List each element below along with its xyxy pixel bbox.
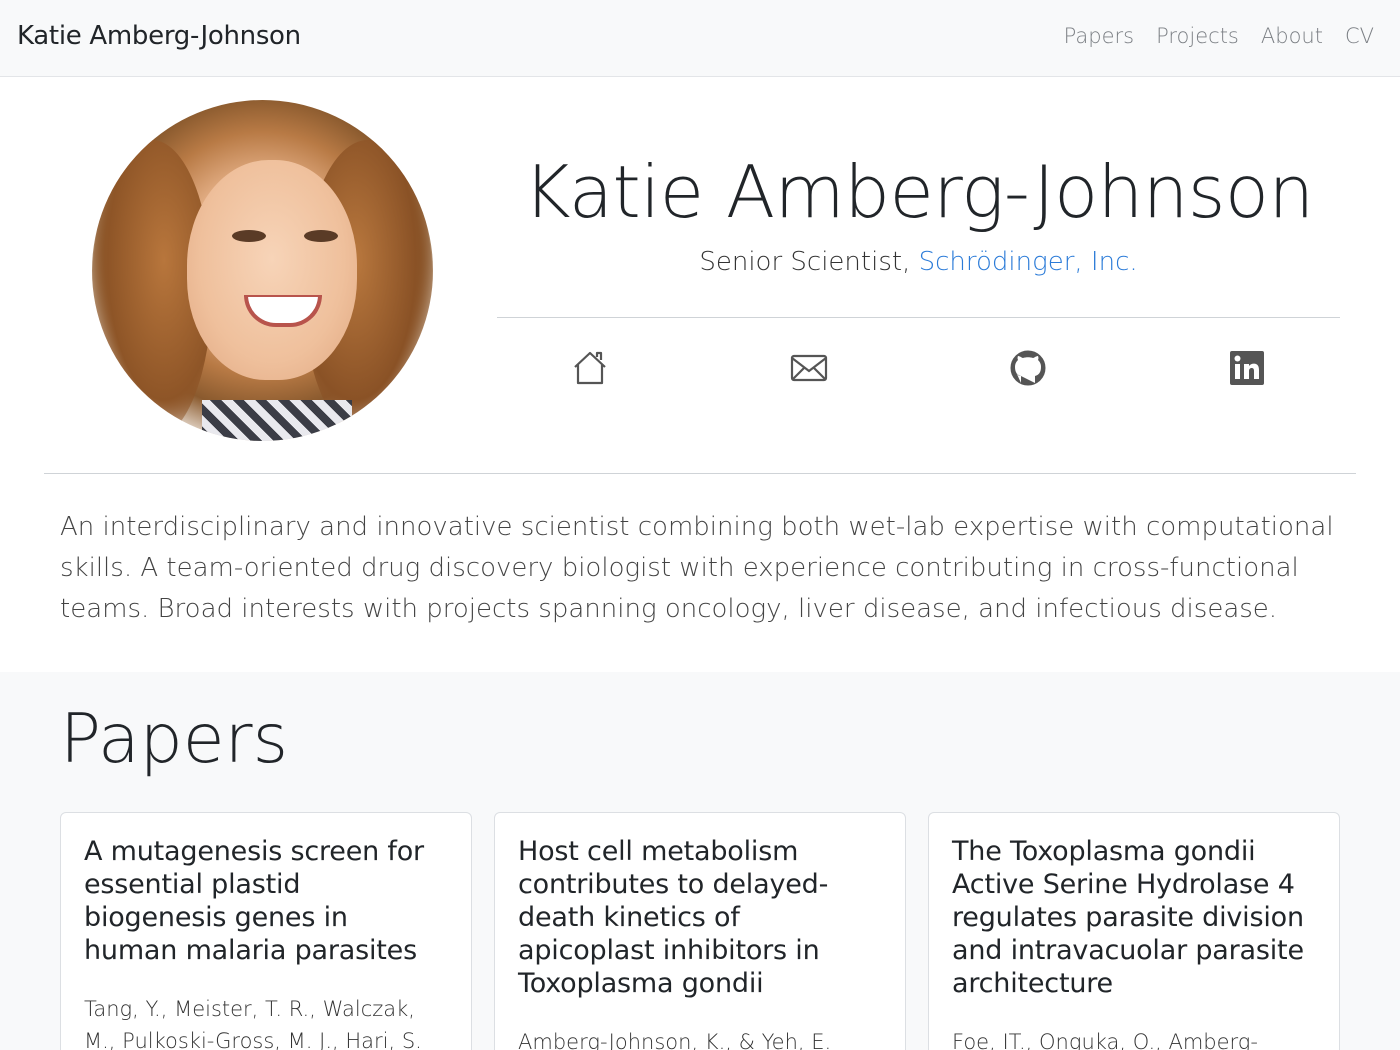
paper-authors: Foe, IT., Onguka, O., Amberg- [952, 1030, 1258, 1050]
papers-section: Papers A mutagenesis screen for essentia… [0, 672, 1400, 1050]
paper-title[interactable]: A mutagenesis screen for essential plast… [84, 835, 449, 967]
hero-divider [497, 317, 1340, 318]
paper-authors: Amberg-Johnson, K., & Yeh, E. [518, 1030, 832, 1050]
paper-authors: Tang, Y., Meister, T. R., Walczak, M., P… [84, 997, 422, 1050]
site-brand-link[interactable]: Katie Amberg-Johnson [17, 21, 301, 51]
github-icon[interactable] [1005, 345, 1051, 391]
nav-link-cv[interactable]: CV [1345, 24, 1374, 48]
bio-paragraph: An interdisciplinary and innovative scie… [60, 512, 1334, 624]
top-navbar: Katie Amberg-Johnson Papers Projects Abo… [0, 0, 1400, 77]
social-icons [497, 345, 1340, 391]
paper-card[interactable]: The Toxoplasma gondii Active Serine Hydr… [928, 812, 1340, 1050]
nav-links: Papers Projects About CV [1064, 24, 1374, 48]
paper-title[interactable]: Host cell metabolism contributes to dela… [518, 835, 883, 1000]
paper-cards: A mutagenesis screen for essential plast… [60, 812, 1340, 1050]
paper-title[interactable]: The Toxoplasma gondii Active Serine Hydr… [952, 835, 1317, 1000]
papers-heading: Papers [60, 700, 289, 779]
photo-eye-right [304, 230, 338, 242]
photo-face [187, 160, 357, 380]
home-icon[interactable] [567, 345, 613, 391]
company-link[interactable]: Schrödinger, Inc. [919, 247, 1138, 277]
photo-eye-left [232, 230, 266, 242]
linkedin-icon[interactable] [1224, 345, 1270, 391]
photo-shirt [202, 400, 352, 441]
nav-link-about[interactable]: About [1261, 24, 1323, 48]
email-icon[interactable] [786, 345, 832, 391]
nav-link-papers[interactable]: Papers [1064, 24, 1134, 48]
paper-card[interactable]: A mutagenesis screen for essential plast… [60, 812, 472, 1050]
profile-photo [92, 100, 433, 441]
paper-card[interactable]: Host cell metabolism contributes to dela… [494, 812, 906, 1050]
profile-name: Katie Amberg-Johnson [523, 150, 1314, 234]
profile-subtitle: Senior Scientist, Schrödinger, Inc. [497, 247, 1340, 277]
nav-link-projects[interactable]: Projects [1156, 24, 1239, 48]
section-divider [44, 473, 1356, 474]
profile-title: Senior Scientist, [699, 247, 919, 277]
